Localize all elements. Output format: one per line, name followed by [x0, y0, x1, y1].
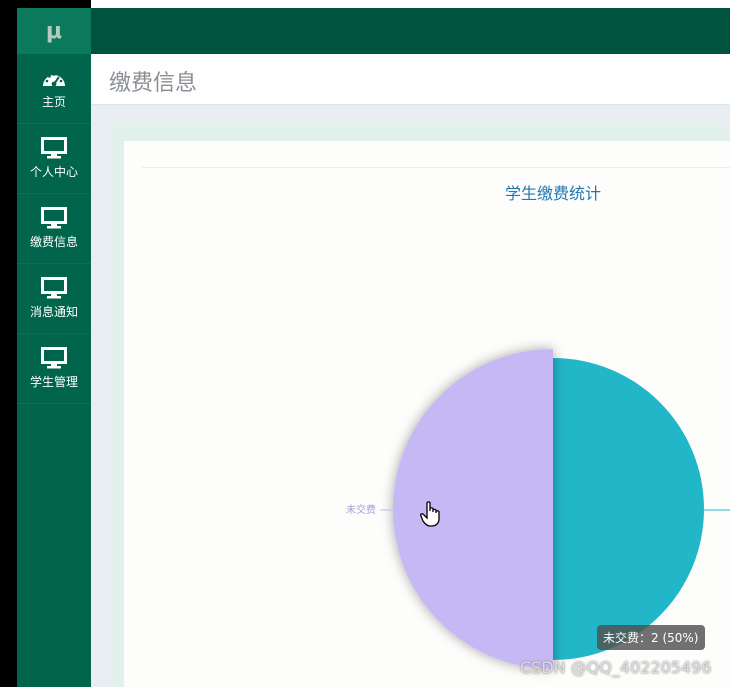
pie-chart[interactable]: 学生缴费统计 未交费 — [0, 0, 730, 687]
pie-slice-1[interactable] — [553, 358, 704, 660]
chart-tooltip: 未交费：2 (50%) — [597, 625, 705, 650]
chart-title: 学生缴费统计 — [505, 184, 601, 203]
hand-cursor-icon — [420, 501, 440, 527]
watermark: CSDN @QQ_402205496 — [520, 658, 712, 677]
pie-slice-0[interactable] — [393, 349, 553, 669]
slice-label-unpaid: 未交费 — [346, 503, 376, 516]
